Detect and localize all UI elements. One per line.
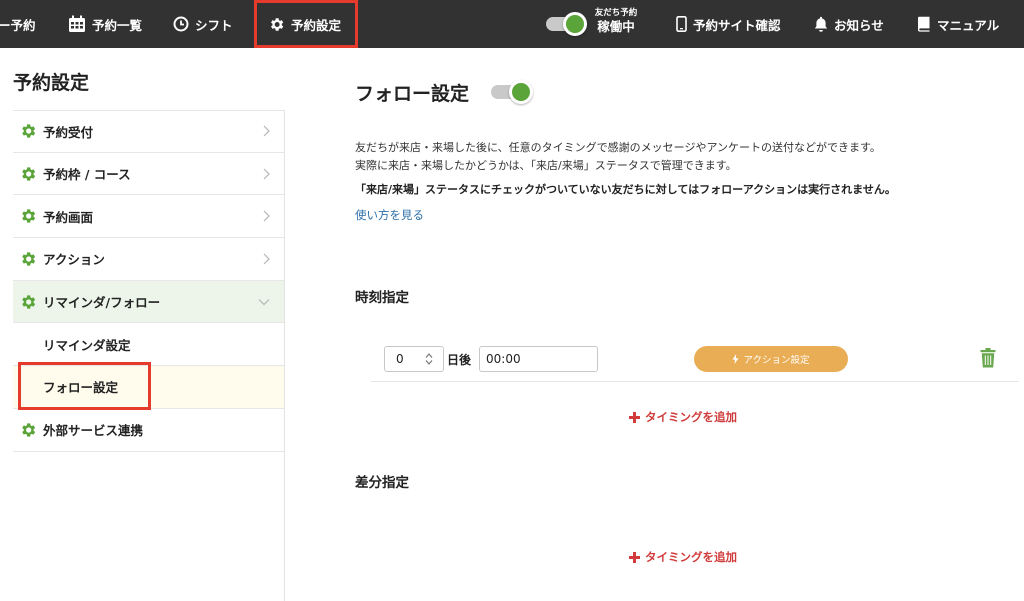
lightning-icon — [732, 354, 739, 364]
gear-icon — [22, 124, 36, 138]
nav-item-site-check[interactable]: 予約サイト確認 — [676, 0, 781, 48]
description-line1: 友だちが来店・来場した後に、任意のタイミングで感謝のメッセージやアンケートの送付… — [355, 141, 881, 154]
chevron-down-icon — [258, 298, 270, 305]
nav-item-reservation-list[interactable]: 予約一覧 — [68, 0, 142, 48]
follow-enable-toggle[interactable] — [491, 80, 537, 104]
days-value: 0 — [396, 352, 404, 366]
nav-item-label: お知らせ — [834, 17, 884, 33]
nav-item-label: シフト — [195, 17, 233, 33]
toggle-knob — [509, 80, 533, 104]
nav-item-manual[interactable]: マニュアル — [917, 0, 999, 48]
bell-icon — [814, 16, 828, 32]
sidebar-item-reminder-follow[interactable]: リマインダ/フォロー — [13, 280, 284, 324]
gear-icon — [22, 294, 36, 309]
book-icon — [917, 16, 930, 32]
status-line1: 友だち予約 — [594, 8, 638, 18]
sidebar-title: 予約設定 — [13, 72, 90, 94]
days-after-input[interactable]: 0 — [384, 346, 444, 372]
sidebar-item-action[interactable]: アクション — [13, 238, 284, 281]
description-warning: 「来店/来場」ステータスにチェックがついていない友だちに対してはフォローアクショ… — [355, 183, 896, 196]
add-timing-label: タイミングを追加 — [645, 410, 737, 424]
clock-icon — [173, 16, 189, 32]
sidebar-item-label: 予約枠 / コース — [43, 167, 131, 183]
top-navigation-bar: ー予約 予約一覧 シフト 予約設定 友だち予約 稼働中 予約サイト確認 お知らせ… — [0, 0, 1024, 48]
sidebar-item-label: 予約受付 — [43, 124, 94, 140]
status-line2: 稼働中 — [597, 18, 635, 34]
reservation-status-toggle[interactable] — [546, 12, 587, 36]
nav-item-label: ー予約 — [0, 17, 36, 33]
nav-item-reservation-settings[interactable]: 予約設定 — [268, 0, 341, 48]
calendar-icon — [69, 15, 85, 32]
sidebar-item-reservation-screen[interactable]: 予約画面 — [13, 195, 284, 239]
chevron-right-icon — [263, 253, 270, 265]
sidebar-item-label: フォロー設定 — [43, 380, 119, 396]
chevron-right-icon — [263, 168, 270, 179]
time-input[interactable]: 00:00 — [479, 346, 598, 372]
sidebar-item-label: リマインダ/フォロー — [43, 295, 161, 311]
timing-row: 0 日後 00:00 アクション設定 — [371, 336, 1019, 382]
action-settings-label: アクション設定 — [743, 355, 810, 366]
add-timing-label: タイミングを追加 — [645, 550, 737, 564]
action-settings-button[interactable]: アクション設定 — [694, 346, 848, 372]
section-title-time: 時刻指定 — [355, 290, 409, 306]
nav-item-label: 予約サイト確認 — [693, 17, 781, 33]
days-after-label: 日後 — [447, 353, 472, 367]
sidebar-item-label: リマインダ設定 — [43, 337, 131, 353]
nav-item-notifications[interactable]: お知らせ — [814, 0, 884, 48]
nav-item-label: マニュアル — [937, 17, 1000, 33]
section-title-diff: 差分指定 — [355, 475, 409, 491]
nav-item-reservation[interactable]: ー予約 — [0, 0, 36, 48]
sidebar-subitem-reminder-settings[interactable]: リマインダ設定 — [13, 323, 284, 367]
nav-item-label: 予約設定 — [291, 17, 342, 33]
sidebar-item-label: アクション — [43, 252, 105, 268]
sidebar-subitem-follow-settings[interactable]: フォロー設定 — [13, 366, 284, 409]
sidebar-menu: 予約受付 予約枠 / コース 予約画面 アクション リマインダ/フォロー リマイ… — [13, 110, 284, 452]
trash-icon[interactable] — [980, 348, 996, 368]
gear-icon — [22, 166, 36, 181]
reservation-status-text: 友だち予約 稼働中 — [592, 9, 640, 33]
add-timing-button-time[interactable]: タイミングを追加 — [629, 409, 737, 425]
sidebar-item-external-services[interactable]: 外部サービス連携 — [13, 409, 284, 452]
chevron-right-icon — [263, 125, 270, 137]
chevron-right-icon — [263, 210, 270, 222]
sidebar-item-label: 予約画面 — [43, 209, 94, 225]
sidebar-item-slots-courses[interactable]: 予約枠 / コース — [13, 153, 284, 196]
plus-icon — [629, 551, 640, 563]
phone-icon — [676, 16, 687, 32]
toggle-knob — [563, 12, 587, 36]
nav-item-label: 予約一覧 — [92, 17, 143, 33]
gear-icon — [22, 209, 36, 223]
description-line2: 実際に来店・来場したかどうかは、「来店/来場」ステータスで管理できます。 — [355, 159, 737, 172]
stepper-arrows-icon[interactable] — [424, 352, 434, 366]
page-title: フォロー設定 — [355, 83, 470, 105]
help-link[interactable]: 使い方を見る — [355, 207, 424, 223]
add-timing-button-diff[interactable]: タイミングを追加 — [629, 549, 737, 565]
time-value: 00:00 — [486, 352, 521, 366]
sidebar-divider — [284, 110, 285, 601]
plus-icon — [629, 411, 640, 423]
nav-item-shift[interactable]: シフト — [173, 0, 233, 48]
gear-icon — [271, 17, 284, 31]
sidebar-item-label: 外部サービス連携 — [43, 423, 144, 439]
gear-icon — [22, 423, 36, 437]
gear-icon — [22, 252, 36, 266]
sidebar-item-reception[interactable]: 予約受付 — [13, 110, 284, 153]
